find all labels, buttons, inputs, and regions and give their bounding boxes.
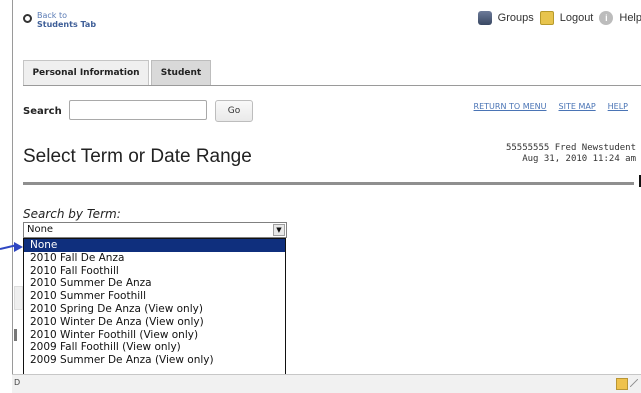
dropdown-option[interactable]: 2010 Winter De Anza (View only) (24, 316, 285, 329)
chevron-down-icon[interactable]: ▼ (273, 224, 285, 236)
student-id-name: 55555555 Fred Newstudent (505, 143, 636, 153)
status-bar: D (12, 374, 641, 393)
top-navigation-bar: Back to Students Tab Groups Logout i Hel… (13, 0, 641, 40)
dropdown-option[interactable]: 2010 Summer Foothill (24, 290, 285, 303)
status-text: D (14, 378, 21, 387)
dropdown-option[interactable]: 2010 Spring De Anza (View only) (24, 303, 285, 316)
dropdown-option[interactable]: 2010 Summer De Anza (24, 277, 285, 290)
obscured-text-marker (14, 329, 17, 341)
back-to-students-tab-link[interactable]: Back to Students Tab (23, 11, 96, 29)
term-select[interactable]: None ▼ (23, 222, 287, 238)
dropdown-option[interactable]: 2010 Winter Foothill (View only) (24, 329, 285, 342)
help-page-link[interactable]: HELP (608, 102, 628, 111)
groups-icon[interactable] (477, 11, 492, 25)
dropdown-option[interactable]: 2010 Fall De Anza (24, 252, 285, 265)
groups-link[interactable]: Groups (498, 12, 534, 24)
section-divider (23, 182, 634, 185)
logout-link[interactable]: Logout (560, 12, 594, 24)
back-link-text: Back to Students Tab (37, 11, 96, 29)
search-by-term-label: Search by Term: (23, 207, 121, 221)
go-button[interactable]: Go (215, 100, 253, 122)
term-dropdown-list[interactable]: None 2010 Fall De Anza 2010 Fall Foothil… (23, 238, 286, 380)
application-frame: Back to Students Tab Groups Logout i Hel… (12, 0, 641, 380)
help-link[interactable]: Help (619, 12, 641, 24)
tab-personal-information[interactable]: Personal Information (23, 60, 149, 85)
timestamp: Aug 31, 2010 11:24 am (522, 154, 636, 164)
help-icon[interactable]: i (599, 11, 614, 25)
page-links: RETURN TO MENU SITE MAP HELP (474, 102, 628, 111)
obscured-button (14, 286, 23, 310)
dropdown-option[interactable]: 2009 Fall Foothill (View only) (24, 341, 285, 354)
student-info: 55555555 Fred Newstudent Aug 31, 2010 11… (506, 143, 636, 165)
dropdown-option[interactable]: 2009 Summer De Anza (View only) (24, 354, 285, 367)
resize-grip-icon[interactable] (630, 379, 638, 387)
selected-term: None (27, 224, 54, 235)
lock-icon[interactable] (539, 11, 554, 25)
callout-arrow-icon (14, 242, 23, 252)
search-row: Search Go RETURN TO MENU SITE MAP HELP (23, 100, 632, 122)
back-line-1: Back to (37, 11, 67, 20)
back-circle-icon (23, 14, 32, 23)
dropdown-option[interactable]: 2010 Fall Foothill (24, 265, 285, 278)
return-to-menu-link[interactable]: RETURN TO MENU (474, 102, 547, 111)
search-label: Search (23, 106, 62, 117)
dropdown-option[interactable]: None (24, 239, 285, 252)
page-title: Select Term or Date Range (23, 146, 252, 167)
tab-bar: Personal Information Student (23, 60, 641, 86)
security-lock-icon (616, 378, 628, 390)
site-map-link[interactable]: SITE MAP (559, 102, 596, 111)
search-input[interactable] (69, 100, 207, 120)
tab-student[interactable]: Student (151, 60, 211, 85)
right-navigation: Groups Logout i Help (477, 11, 641, 25)
back-line-2: Students Tab (37, 20, 97, 29)
